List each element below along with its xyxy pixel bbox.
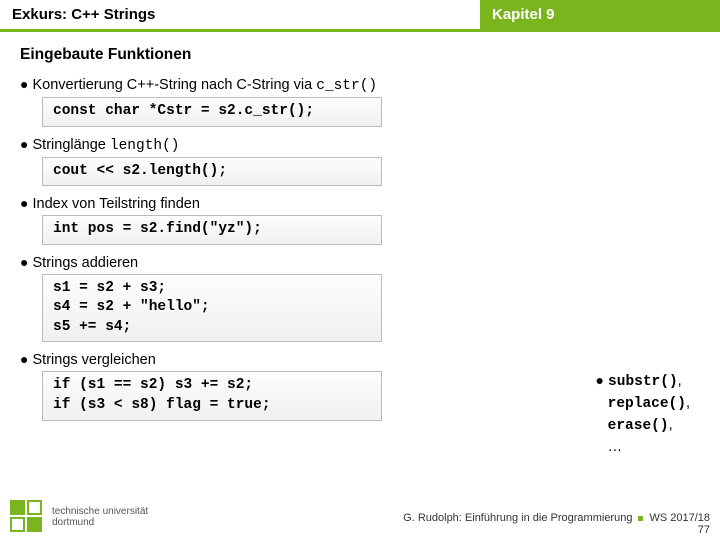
- bullet-item: ● Stringlänge length() cout << s2.length…: [20, 136, 700, 187]
- bullet-item: ● Strings addieren s1 = s2 + s3; s4 = s2…: [20, 254, 700, 343]
- code-snippet: const char *Cstr = s2.c_str();: [42, 97, 382, 127]
- bullet-item: ● Index von Teilstring finden int pos = …: [20, 195, 700, 245]
- bullet-icon: ●: [20, 136, 28, 152]
- separator-icon: [638, 516, 643, 521]
- bullet-code-inline: length(): [110, 138, 180, 154]
- fn-more: …: [608, 439, 623, 455]
- slide-footer: G. Rudolph: Einführung in die Programmie…: [403, 512, 710, 536]
- additional-functions: ● substr(), replace(), erase(), …: [596, 370, 690, 458]
- fn-name: replace(): [608, 396, 686, 412]
- logo-line1: technische universität: [52, 506, 148, 518]
- bullet-icon: ●: [20, 254, 28, 270]
- bullet-label: ● Strings addieren: [20, 254, 700, 271]
- bullet-label: ● Index von Teilstring finden: [20, 195, 700, 212]
- bullet-icon: ●: [20, 351, 28, 367]
- bullet-text: Index von Teilstring finden: [33, 196, 200, 212]
- fn-name: erase(): [608, 418, 669, 434]
- logo-line2: dortmund: [52, 517, 148, 529]
- fn-name: substr(): [608, 374, 678, 390]
- content-subtitle: Eingebaute Funktionen: [20, 46, 700, 64]
- header-topic: Exkurs: C++ Strings: [0, 0, 480, 32]
- footer-term: WS 2017/18: [649, 512, 710, 524]
- bullet-icon: ●: [596, 372, 604, 388]
- code-snippet: if (s1 == s2) s3 += s2; if (s3 < s8) fla…: [42, 371, 382, 420]
- logo-text: technische universität dortmund: [52, 506, 148, 529]
- bullet-text: Stringlänge: [33, 137, 110, 153]
- code-snippet: int pos = s2.find("yz");: [42, 215, 382, 245]
- bullet-text: Strings addieren: [33, 255, 139, 271]
- bullet-icon: ●: [20, 76, 28, 92]
- footer-author: G. Rudolph: Einführung in die Programmie…: [403, 512, 632, 524]
- bullet-item: ● Konvertierung C++-String nach C-String…: [20, 76, 700, 127]
- bullet-label: ● Strings vergleichen: [20, 351, 700, 368]
- page-number: 77: [403, 524, 710, 536]
- bullet-icon: ●: [20, 195, 28, 211]
- logo-icon: [10, 500, 44, 534]
- slide-content: Eingebaute Funktionen ● Konvertierung C+…: [0, 32, 720, 421]
- university-logo: technische universität dortmund: [10, 500, 148, 534]
- header-chapter: Kapitel 9: [480, 0, 720, 32]
- bullet-label: ● Stringlänge length(): [20, 136, 700, 154]
- code-snippet: s1 = s2 + s3; s4 = s2 + "hello"; s5 += s…: [42, 274, 382, 343]
- slide-header: Exkurs: C++ Strings Kapitel 9: [0, 0, 720, 32]
- bullet-text: Strings vergleichen: [33, 352, 156, 368]
- code-snippet: cout << s2.length();: [42, 157, 382, 187]
- bullet-text: Konvertierung C++-String nach C-String v…: [33, 77, 317, 93]
- bullet-label: ● Konvertierung C++-String nach C-String…: [20, 76, 700, 94]
- bullet-code-inline: c_str(): [316, 78, 377, 94]
